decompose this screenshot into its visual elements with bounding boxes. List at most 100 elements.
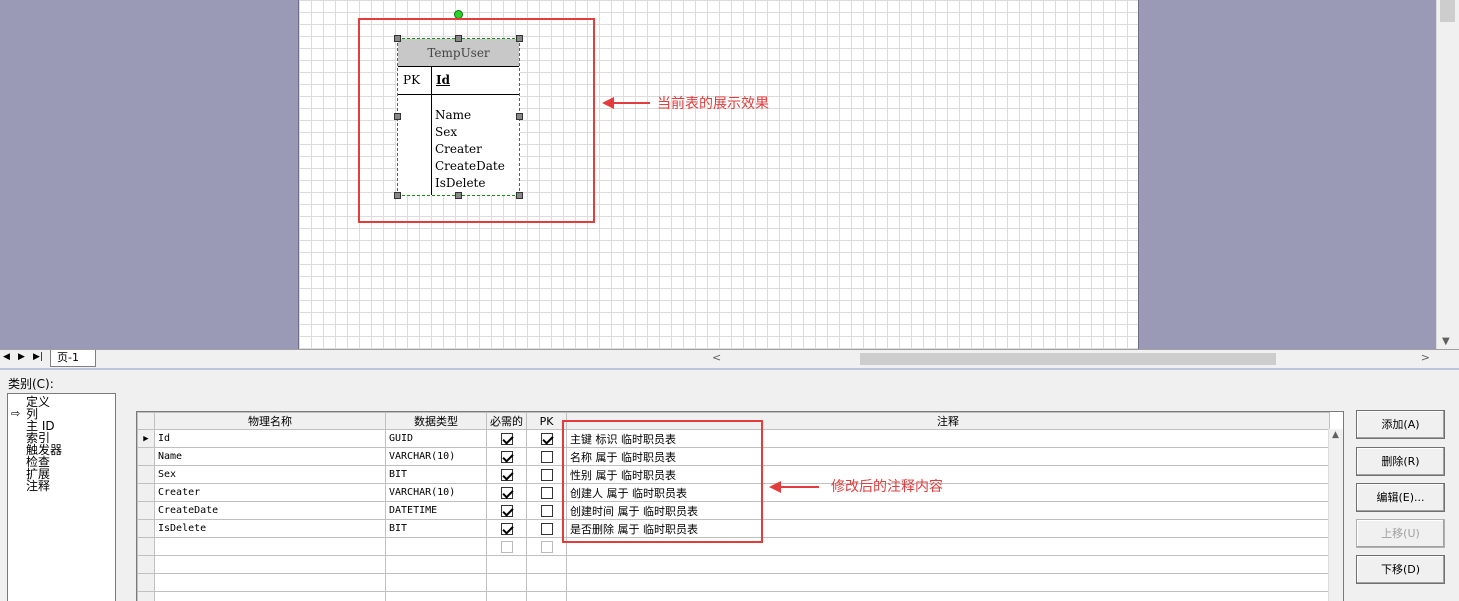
cell-data-type[interactable]: BIT: [385, 519, 487, 538]
cell-physical-name[interactable]: [154, 591, 386, 601]
checkbox-checked[interactable]: [500, 504, 513, 517]
cell-data-type[interactable]: DATETIME: [385, 501, 487, 520]
row-selector[interactable]: [137, 555, 155, 574]
cell-data-type[interactable]: VARCHAR(10): [385, 447, 487, 466]
checkbox-unchecked[interactable]: [540, 522, 553, 535]
header-required[interactable]: 必需的: [486, 412, 527, 430]
cell-physical-name[interactable]: [154, 555, 386, 574]
cell-data-type[interactable]: BIT: [385, 465, 487, 484]
scroll-left-icon[interactable]: <: [712, 351, 721, 364]
annotation-box-entity: [358, 18, 595, 223]
checkbox-unchecked[interactable]: [540, 486, 553, 499]
checkbox-unchecked[interactable]: [500, 540, 513, 553]
cell-required[interactable]: [486, 483, 527, 502]
table-row[interactable]: [137, 573, 1330, 592]
scrollbar-thumb[interactable]: [860, 353, 1276, 365]
table-row[interactable]: [137, 555, 1330, 574]
move-down-button[interactable]: 下移(D): [1356, 555, 1445, 584]
scroll-up-icon[interactable]: ▲: [1332, 430, 1339, 440]
grid-vertical-scrollbar[interactable]: ▲: [1328, 429, 1343, 601]
checkbox-unchecked[interactable]: [540, 540, 553, 553]
row-selector[interactable]: [137, 465, 155, 484]
checkbox-checked[interactable]: [540, 432, 553, 445]
cell-pk[interactable]: [526, 447, 567, 466]
cell-required[interactable]: [486, 501, 527, 520]
cell-physical-name[interactable]: Creater: [154, 483, 386, 502]
category-list[interactable]: ⇨ 定义 列 主 ID 索引 触发器 检查 扩展 注释: [7, 393, 116, 601]
scroll-down-icon[interactable]: ▼: [1442, 336, 1450, 347]
cell-physical-name[interactable]: [154, 537, 386, 556]
checkbox-checked[interactable]: [500, 468, 513, 481]
row-selector[interactable]: [137, 573, 155, 592]
header-physical-name[interactable]: 物理名称: [154, 412, 386, 430]
cell-pk[interactable]: [526, 429, 567, 448]
cell-pk[interactable]: [526, 501, 567, 520]
cell-required[interactable]: [486, 555, 527, 574]
move-up-button[interactable]: 上移(U): [1356, 519, 1445, 548]
add-button[interactable]: 添加(A): [1356, 410, 1445, 439]
cell-required[interactable]: [486, 447, 527, 466]
canvas-horizontal-scrollbar[interactable]: < >: [706, 351, 1436, 367]
header-pk[interactable]: PK: [526, 412, 567, 430]
checkbox-checked[interactable]: [500, 432, 513, 445]
cell-required[interactable]: [486, 429, 527, 448]
cell-physical-name[interactable]: Sex: [154, 465, 386, 484]
cell-required[interactable]: [486, 537, 527, 556]
checkbox-unchecked[interactable]: [540, 450, 553, 463]
checkbox-unchecked[interactable]: [540, 504, 553, 517]
annotation-arrow-icon: [769, 481, 819, 493]
canvas-vertical-scrollbar[interactable]: ▼: [1436, 0, 1459, 349]
table-properties-panel: 类别(C): ⇨ 定义 列 主 ID 索引 触发器 检查 扩展 注释 物理名称 …: [0, 368, 1459, 601]
cell-comment[interactable]: [566, 591, 1330, 601]
row-selector[interactable]: [137, 483, 155, 502]
page-tab-bar: ◀ ▶ ▶| 页-1 < >: [0, 349, 1459, 367]
cell-required[interactable]: [486, 519, 527, 538]
cell-comment[interactable]: [566, 573, 1330, 592]
cell-comment[interactable]: [566, 555, 1330, 574]
cell-physical-name[interactable]: [154, 573, 386, 592]
cell-data-type[interactable]: [385, 573, 487, 592]
cell-data-type[interactable]: [385, 591, 487, 601]
cell-physical-name[interactable]: Name: [154, 447, 386, 466]
delete-button[interactable]: 删除(R): [1356, 447, 1445, 476]
cell-physical-name[interactable]: Id: [154, 429, 386, 448]
last-page-icon[interactable]: ▶|: [33, 352, 43, 362]
row-selector[interactable]: ▶: [137, 429, 155, 448]
checkbox-checked[interactable]: [500, 450, 513, 463]
cell-physical-name[interactable]: IsDelete: [154, 519, 386, 538]
category-item-comment[interactable]: 注释: [26, 480, 50, 492]
cell-data-type[interactable]: GUID: [385, 429, 487, 448]
table-row[interactable]: [137, 591, 1330, 601]
prev-page-icon[interactable]: ▶: [18, 352, 25, 362]
cell-required[interactable]: [486, 573, 527, 592]
row-selector[interactable]: [137, 537, 155, 556]
row-selector[interactable]: [137, 447, 155, 466]
first-page-icon[interactable]: ◀: [3, 352, 10, 362]
annotation-arrow-icon: [602, 97, 650, 109]
cell-pk[interactable]: [526, 591, 567, 601]
diagram-canvas[interactable]: [0, 0, 1436, 349]
cell-required[interactable]: [486, 465, 527, 484]
cell-pk[interactable]: [526, 465, 567, 484]
cell-pk[interactable]: [526, 483, 567, 502]
cell-pk[interactable]: [526, 555, 567, 574]
checkbox-unchecked[interactable]: [540, 468, 553, 481]
cell-data-type[interactable]: VARCHAR(10): [385, 483, 487, 502]
header-data-type[interactable]: 数据类型: [385, 412, 487, 430]
cell-physical-name[interactable]: CreateDate: [154, 501, 386, 520]
cell-pk[interactable]: [526, 573, 567, 592]
row-selector[interactable]: [137, 591, 155, 601]
checkbox-checked[interactable]: [500, 522, 513, 535]
cell-data-type[interactable]: [385, 537, 487, 556]
edit-button[interactable]: 编辑(E)...: [1356, 483, 1445, 512]
cell-pk[interactable]: [526, 537, 567, 556]
row-selector[interactable]: [137, 519, 155, 538]
scroll-right-icon[interactable]: >: [1421, 351, 1430, 364]
scrollbar-thumb[interactable]: [1440, 0, 1455, 22]
cell-data-type[interactable]: [385, 555, 487, 574]
checkbox-checked[interactable]: [500, 486, 513, 499]
cell-required[interactable]: [486, 591, 527, 601]
row-selector[interactable]: [137, 501, 155, 520]
cell-pk[interactable]: [526, 519, 567, 538]
page-tab-1[interactable]: 页-1: [50, 350, 96, 367]
